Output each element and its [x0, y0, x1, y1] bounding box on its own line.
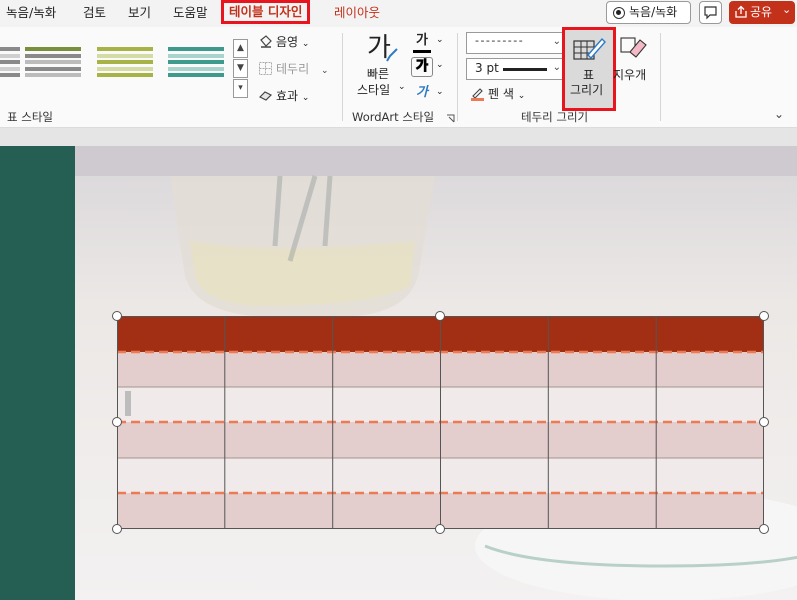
collapse-ribbon-icon[interactable]: ⌄: [774, 107, 784, 121]
text-effects-icon: 가: [416, 85, 428, 100]
effects-label: 효과: [276, 89, 299, 103]
quick-styles-label-1: 빠른: [367, 67, 390, 81]
text-outline-dropdown-icon[interactable]: ⌄: [436, 60, 444, 70]
resize-handle-top[interactable]: [435, 311, 445, 321]
text-fill-icon: 가: [416, 33, 428, 48]
quick-styles-label-2: 스타일: [357, 83, 391, 97]
group-separator: [342, 33, 343, 121]
text-outline-icon: 가: [416, 59, 429, 75]
text-fill-dropdown-icon[interactable]: ⌄: [436, 35, 444, 45]
tab-view[interactable]: 보기: [128, 2, 151, 24]
resize-handle-bottom-left[interactable]: [112, 524, 122, 534]
resize-handle-top-left[interactable]: [112, 311, 122, 321]
tab-table-design[interactable]: 테이블 디자인: [221, 0, 311, 24]
resize-handle-bottom-right[interactable]: [759, 524, 769, 534]
comment-icon: [704, 6, 717, 20]
table-style-swatch-1[interactable]: [0, 47, 20, 87]
table-style-swatch-4[interactable]: [168, 47, 224, 87]
shading-label: 음영: [276, 35, 299, 49]
share-button[interactable]: 공유 ⌄: [729, 1, 795, 24]
text-fill-button[interactable]: 가: [411, 32, 433, 53]
resize-handle-bottom[interactable]: [435, 524, 445, 534]
share-button-label: 공유: [750, 5, 773, 19]
draw-table-icon: [573, 37, 606, 60]
share-icon: [735, 5, 747, 18]
tab-layout[interactable]: 레이아웃: [334, 2, 380, 24]
eraser-label: 지우개: [613, 68, 647, 82]
pen-weight-value: 3 pt: [475, 61, 499, 75]
resize-handle-top-right[interactable]: [759, 311, 769, 321]
brush-icon: [386, 48, 398, 62]
group-separator: [660, 33, 661, 121]
tab-review[interactable]: 검토: [83, 2, 106, 24]
wordart-group-label: WordArt 스타일: [352, 110, 435, 124]
tab-record[interactable]: 녹음/녹화: [6, 2, 56, 24]
tab-help[interactable]: 도움말: [173, 2, 208, 24]
effects-button[interactable]: 효과 ⌄: [258, 87, 309, 107]
pen-style-dropdown[interactable]: - - - - - - - - - ⌄: [466, 32, 566, 54]
dialog-launcher-icon[interactable]: [446, 114, 455, 123]
resize-handle-left[interactable]: [112, 417, 122, 427]
pen-weight-dropdown[interactable]: 3 pt ⌄: [466, 58, 566, 80]
slide-table-grid: [117, 316, 764, 529]
effects-icon: [258, 91, 273, 101]
draw-borders-group-label: 테두리 그리기: [521, 110, 589, 124]
pen-color-icon: [471, 88, 484, 101]
borders-label: 테두리: [276, 62, 310, 76]
comments-button[interactable]: [699, 1, 722, 24]
gallery-more-button[interactable]: ▾: [233, 79, 248, 98]
slide-left-accent: [0, 146, 75, 600]
gallery-scroll-down-button[interactable]: ▼: [233, 59, 248, 78]
draw-table-button[interactable]: 표 그리기: [562, 27, 616, 111]
draw-table-label-1: 표: [583, 68, 595, 82]
text-cursor-indicator: [125, 391, 131, 416]
ribbon: ▲ ▼ ▾ 음영 ⌄ 테두리 ⌄ 효과 ⌄ 표 스타일 가 빠른 스타일 ⌄ 가…: [0, 27, 797, 128]
share-dropdown-icon[interactable]: ⌄: [782, 0, 791, 21]
resize-handle-right[interactable]: [759, 417, 769, 427]
borders-button[interactable]: 테두리 ⌄: [258, 60, 329, 80]
text-effects-dropdown-icon[interactable]: ⌄: [436, 87, 444, 97]
record-icon: [613, 7, 625, 19]
ribbon-tab-bar: 녹음/녹화 검토 보기 도움말 테이블 디자인 레이아웃 녹음/녹화 공유 ⌄: [0, 0, 797, 27]
group-separator: [457, 33, 458, 121]
text-effects-button[interactable]: 가: [411, 84, 433, 104]
pen-color-label: 펜 색: [488, 87, 514, 101]
table-style-swatch-3[interactable]: [97, 47, 153, 87]
table-style-swatch-2[interactable]: [25, 47, 81, 87]
record-button-label: 녹음/녹화: [629, 5, 678, 19]
shading-button[interactable]: 음영 ⌄: [258, 33, 309, 53]
pen-color-button[interactable]: 펜 색 ⌄: [470, 85, 525, 105]
draw-table-label-2: 그리기: [570, 83, 604, 97]
record-button[interactable]: 녹음/녹화: [606, 1, 691, 24]
borders-icon: [259, 62, 272, 75]
chevron-down-icon: ⌄: [552, 36, 561, 47]
quick-styles-dropdown-icon: ⌄: [398, 82, 406, 92]
table-styles-group-label: 표 스타일: [7, 110, 53, 124]
pen-style-value: - - - - - - - - -: [475, 34, 523, 47]
chevron-down-icon: ⌄: [552, 62, 561, 73]
gallery-scroll-up-button[interactable]: ▲: [233, 39, 248, 58]
slide-table[interactable]: [117, 316, 764, 529]
eraser-icon: [620, 37, 647, 58]
text-outline-button[interactable]: 가: [411, 57, 433, 77]
paint-bucket-icon: [260, 35, 272, 48]
